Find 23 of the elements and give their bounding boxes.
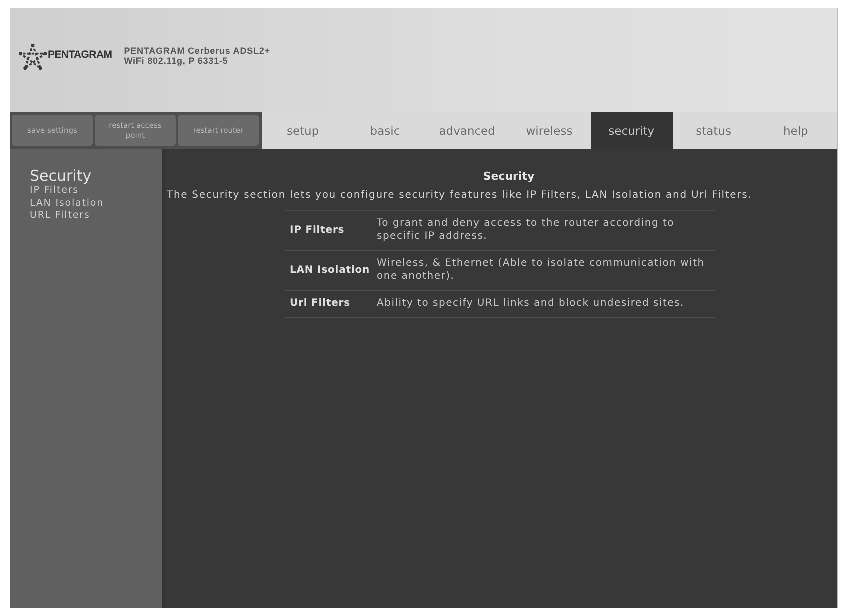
sidebar-link[interactable]: IP Filters [30, 185, 162, 198]
sidebar-link[interactable]: LAN Isolation [30, 198, 162, 210]
feature-description: Ability to specify URL links and block undesired sites. [377, 297, 686, 310]
feature-name: LAN Isolation [289, 264, 372, 276]
nav-tab[interactable]: basic [344, 112, 426, 149]
feature-description: Wireless, & Ethernet (Able to isolate communication with one another). [377, 257, 706, 283]
nav-tab[interactable]: advanced [426, 112, 508, 149]
nav-tab[interactable]: help [754, 112, 837, 149]
nav-tab[interactable]: wireless [508, 112, 591, 149]
feature-description: To grant and deny access to the router according to specific IP address. [377, 217, 676, 243]
logo-wordmark: PENTAGRAM [48, 49, 112, 61]
nav-tab[interactable]: status [672, 112, 755, 149]
nav-tab[interactable]: security [590, 112, 673, 149]
feature-name: IP Filters [289, 224, 346, 236]
sidebar-title: Security [30, 168, 93, 185]
product-name: WiFi 802.11g, P 6331-5 [124, 56, 230, 66]
nav-tab[interactable]: setup [262, 112, 344, 149]
star-logo-icon [19, 44, 47, 70]
section-title: Security [483, 170, 535, 183]
product-name: PENTAGRAM Cerberus ADSL2+ [124, 46, 270, 56]
section-description: The Security section lets you configure security features like IP Filters, LAN Isolation and Url Filters. [167, 190, 754, 201]
sidebar-link[interactable]: URL Filters [30, 210, 162, 222]
feature-name: Url Filters [289, 297, 352, 310]
